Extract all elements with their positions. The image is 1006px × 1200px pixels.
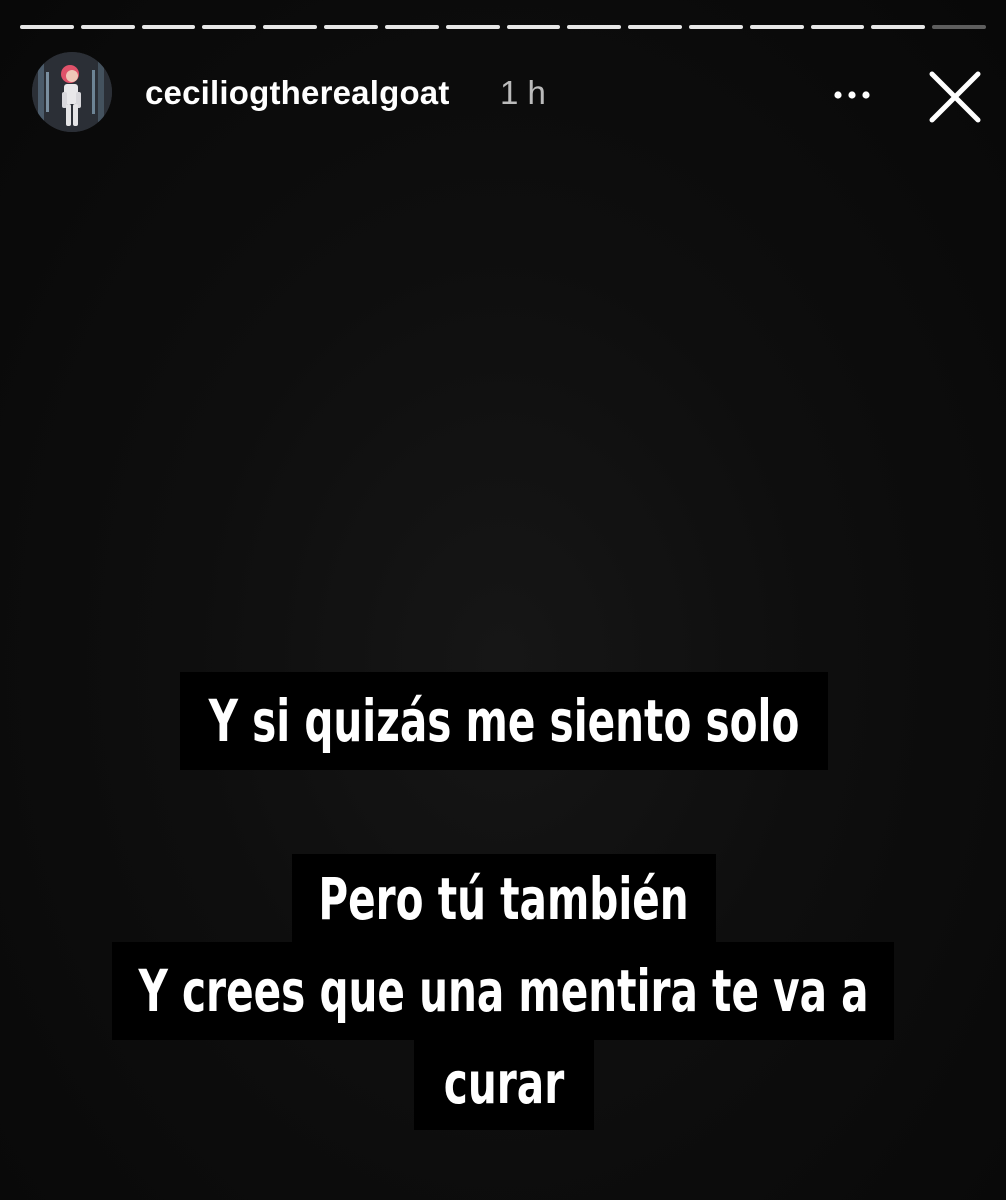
caption-line-1: Y si quizás me siento solo: [180, 672, 828, 770]
progress-segment: [324, 25, 378, 29]
profile-avatar[interactable]: [32, 52, 112, 132]
progress-segment: [628, 25, 682, 29]
progress-segment: [20, 25, 74, 29]
progress-segment: [810, 25, 865, 29]
close-button[interactable]: [920, 62, 990, 132]
progress-segment: [932, 25, 986, 29]
story-timestamp: 1 h: [500, 74, 546, 111]
more-horizontal-icon: [834, 91, 870, 99]
story-progress-bar: [20, 25, 986, 30]
caption-text-1: Y si quizás me siento solo: [208, 687, 800, 755]
caption-line-2: Pero tú también: [292, 854, 716, 944]
progress-segment: [384, 25, 439, 29]
progress-segment: [445, 25, 500, 29]
more-options-button[interactable]: [822, 70, 882, 120]
progress-segment: [202, 25, 257, 29]
progress-segment: [263, 25, 318, 29]
progress-segment: [749, 25, 804, 29]
caption-text-2: Pero tú también: [318, 865, 690, 933]
caption-line-3: Y crees que una mentira te va a: [112, 942, 894, 1040]
progress-segment: [688, 25, 743, 29]
close-icon: [929, 71, 981, 123]
progress-segment: [871, 25, 926, 29]
story-header: ceciliogtherealgoat 1 h: [32, 52, 986, 136]
story-viewer[interactable]: ceciliogtherealgoat 1 h Y si quizás me s…: [0, 0, 1006, 1200]
progress-segment: [141, 25, 196, 29]
caption-text-3: Y crees que una mentira te va a: [137, 957, 869, 1025]
story-username[interactable]: ceciliogtherealgoat: [145, 74, 450, 112]
progress-segment: [506, 25, 561, 29]
progress-segment: [80, 25, 135, 29]
caption-text-4: curar: [443, 1049, 565, 1117]
caption-line-4: curar: [414, 1036, 594, 1130]
progress-segment: [567, 25, 622, 29]
